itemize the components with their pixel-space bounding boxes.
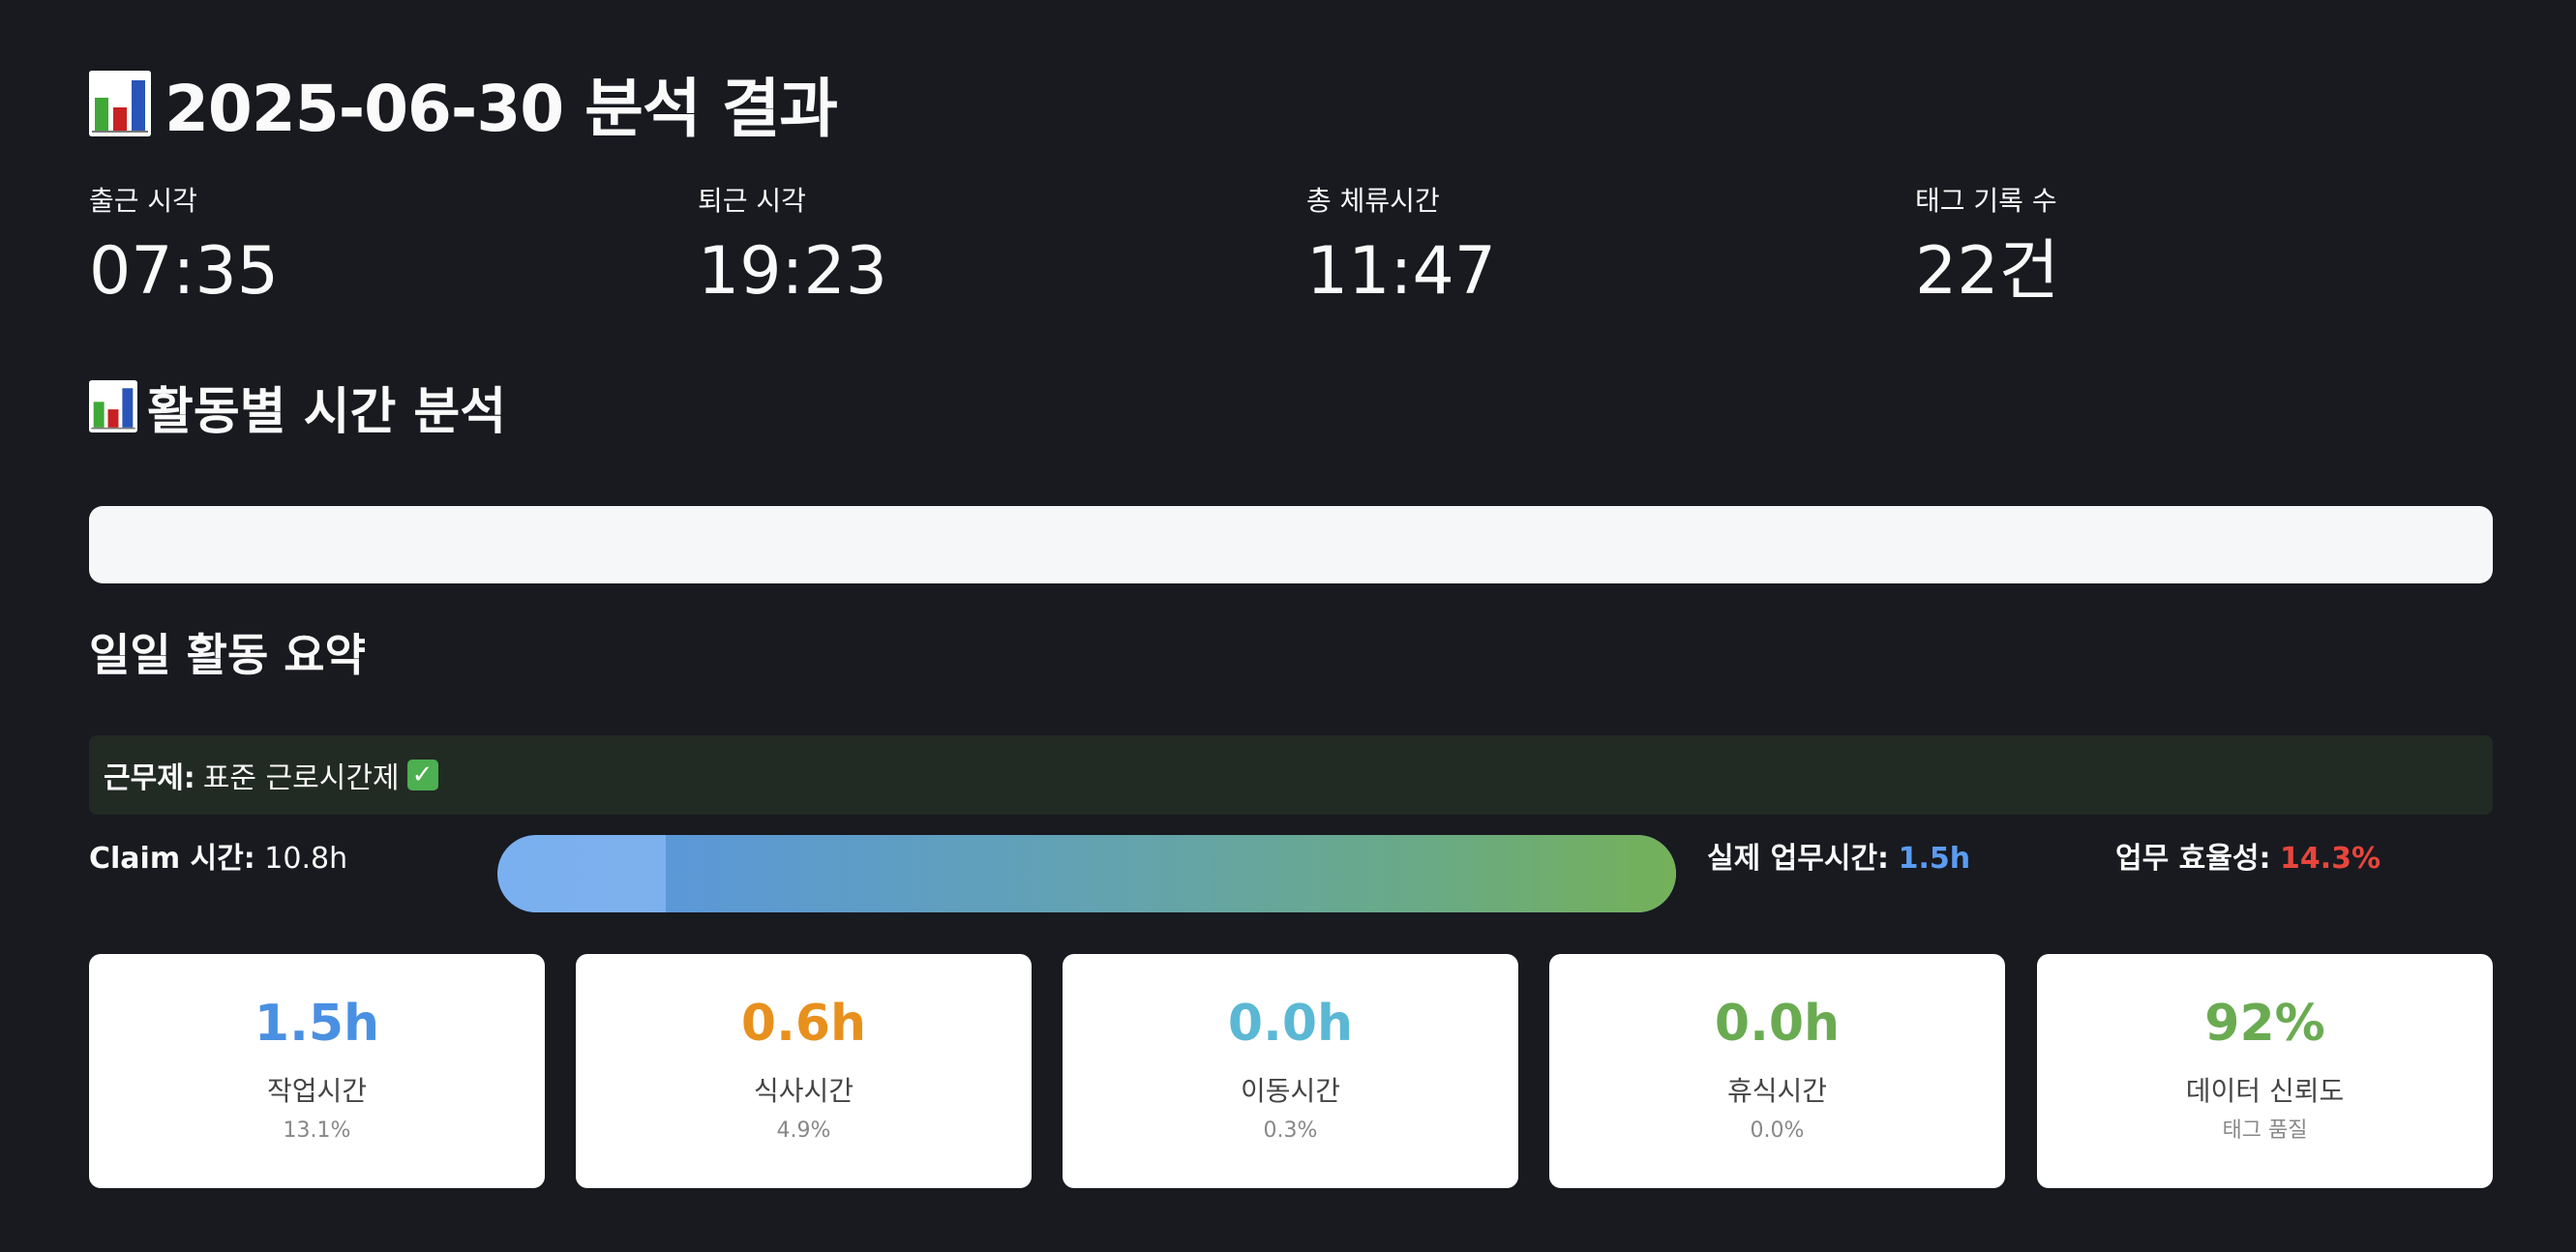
card-label: 휴식시간 [1726, 1075, 1828, 1107]
efficiency-progress-fill [666, 835, 1676, 912]
actual-work-time-label: 실제 업무시간: [1707, 842, 1890, 876]
card-label: 식사시간 [753, 1075, 854, 1107]
card-data-reliability: 92% 데이터 신뢰도 태그 품질 [2037, 954, 2493, 1188]
bar-chart-icon [89, 71, 151, 136]
metric-check-out: 퇴근 시각 19:23 [698, 182, 1259, 306]
claim-time: Claim 시간: 10.8h [89, 838, 347, 880]
page-title: 2025-06-30 분석 결과 [89, 60, 838, 147]
card-rest-time: 0.0h 휴식시간 0.0% [1549, 954, 2005, 1188]
metric-tag-count: 태그 기록 수 22건 [1915, 182, 2476, 306]
efficiency-progress-bar [497, 835, 1676, 912]
metric-label: 총 체류시간 [1306, 185, 1440, 217]
metric-check-in: 출근 시각 07:35 [89, 182, 650, 306]
card-label: 데이터 신뢰도 [2185, 1075, 2345, 1107]
card-value: 0.6h [740, 995, 867, 1053]
work-system-value: 표준 근로시간제 [202, 761, 400, 795]
metric-label: 출근 시각 [89, 185, 197, 217]
card-sub: 13.1% [283, 1118, 351, 1143]
card-value: 0.0h [1227, 995, 1354, 1053]
card-label: 작업시간 [266, 1075, 368, 1107]
work-efficiency-value: 14.3% [2280, 842, 2381, 876]
card-work-time: 1.5h 작업시간 13.1% [89, 954, 545, 1188]
analysis-page: 2025-06-30 분석 결과 출근 시각 07:35 퇴근 시각 19:23… [0, 0, 2576, 1252]
card-value: 0.0h [1714, 995, 1841, 1053]
card-value: 1.5h [254, 995, 380, 1053]
claim-time-value: 10.8h [264, 842, 348, 876]
activity-section-title: 활동별 시간 분석 [89, 372, 506, 441]
work-system-info: 근무제: 표준 근로시간제 ✓ [89, 735, 2493, 815]
check-mark-icon: ✓ [406, 760, 438, 790]
metric-stay-time: 총 체류시간 11:47 [1306, 182, 1868, 306]
bar-chart-icon [89, 380, 137, 432]
card-sub: 0.3% [1263, 1118, 1318, 1143]
card-label: 이동시간 [1240, 1075, 1341, 1107]
metric-value: 19:23 [698, 233, 887, 310]
card-meal-time: 0.6h 식사시간 4.9% [576, 954, 1032, 1188]
metric-label: 태그 기록 수 [1915, 185, 2057, 217]
activity-section-title-text: 활동별 시간 분석 [147, 382, 507, 441]
activity-chart-area[interactable] [89, 506, 2493, 583]
work-efficiency-label: 업무 효율성: [2115, 842, 2271, 876]
work-efficiency: 업무 효율성: 14.3% [2115, 838, 2381, 880]
metric-value: 22건 [1915, 233, 2060, 310]
card-sub: 4.9% [776, 1118, 831, 1143]
actual-work-time: 실제 업무시간: 1.5h [1707, 838, 1970, 880]
page-title-text: 2025-06-30 분석 결과 [165, 72, 838, 146]
card-sub: 0.0% [1750, 1118, 1805, 1143]
work-system-label: 근무제: [104, 761, 195, 795]
summary-title: 일일 활동 요약 [89, 629, 366, 681]
card-move-time: 0.0h 이동시간 0.3% [1063, 954, 1518, 1188]
metric-label: 퇴근 시각 [698, 185, 806, 217]
card-value: 92% [2204, 995, 2325, 1053]
metric-value: 11:47 [1306, 233, 1496, 310]
claim-time-label: Claim 시간: [89, 842, 255, 876]
actual-work-time-value: 1.5h [1898, 842, 1971, 876]
card-sub: 태그 품질 [2222, 1118, 2308, 1143]
summary-cards: 1.5h 작업시간 13.1% 0.6h 식사시간 4.9% 0.0h 이동시간… [89, 954, 2493, 1188]
metric-value: 07:35 [89, 233, 279, 310]
